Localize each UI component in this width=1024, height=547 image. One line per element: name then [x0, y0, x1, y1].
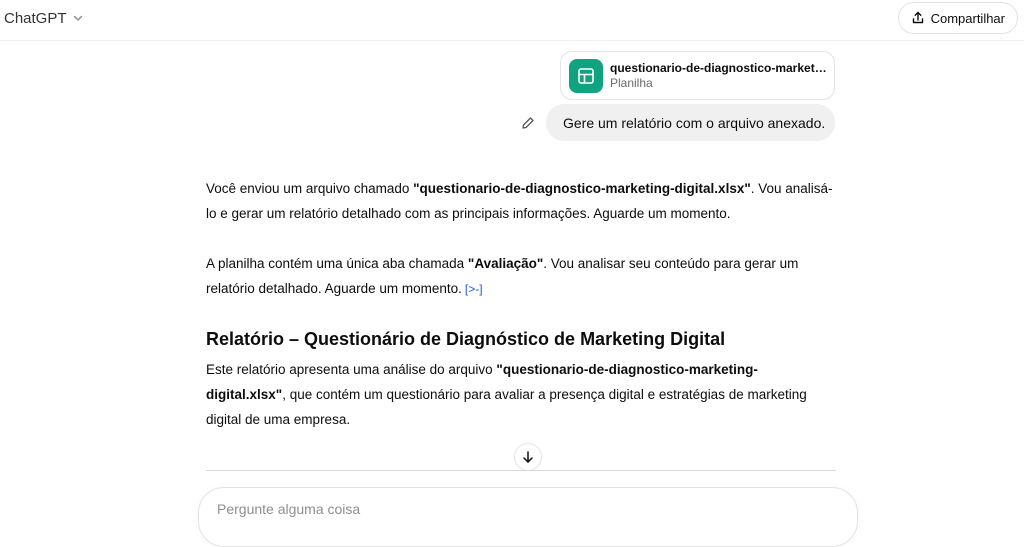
- report-title: Relatório – Questionário de Diagnóstico …: [206, 329, 726, 349]
- pencil-icon[interactable]: [519, 114, 537, 132]
- text-segment: Este relatório apresenta uma análise do …: [206, 362, 497, 377]
- content-divider: [206, 470, 836, 471]
- model-selector[interactable]: ChatGPT: [4, 6, 85, 30]
- assistant-paragraph-2: A planilha contém uma única aba chamada …: [206, 251, 836, 302]
- prompt-input[interactable]: [215, 500, 815, 518]
- share-icon: [911, 11, 925, 25]
- text-segment: , que contém um questionário para avalia…: [206, 387, 807, 427]
- assistant-paragraph-1: Você enviou um arquivo chamado "question…: [206, 176, 836, 226]
- chevron-down-icon: [71, 11, 85, 25]
- assistant-paragraph-3: Este relatório apresenta uma análise do …: [206, 357, 836, 432]
- attachment-file-type: Planilha: [610, 75, 653, 90]
- analysis-source-link[interactable]: [>-]: [465, 277, 483, 302]
- user-message-text: Gere um relatório com o arquivo anexado.: [563, 114, 826, 131]
- quoted-filename: "questionario-de-diagnostico-marketing-d…: [413, 181, 751, 196]
- spreadsheet-icon: [569, 58, 603, 93]
- composer: [198, 487, 858, 547]
- model-label: ChatGPT: [4, 9, 67, 27]
- attachment-meta: questionario-de-diagnostico-marketin... …: [610, 61, 830, 91]
- share-button[interactable]: Compartilhar: [897, 2, 1018, 34]
- scroll-down-button[interactable]: [514, 443, 542, 471]
- text-segment: Você enviou um arquivo chamado: [206, 181, 414, 196]
- attachment-card[interactable]: questionario-de-diagnostico-marketin... …: [560, 51, 835, 100]
- arrow-down-icon: [521, 450, 535, 464]
- assistant-message: Você enviou um arquivo chamado "question…: [206, 176, 836, 432]
- top-bar: ChatGPT Compartilhar: [0, 0, 1024, 36]
- attachment-file-name: questionario-de-diagnostico-marketin...: [610, 60, 830, 75]
- user-message-bubble: Gere um relatório com o arquivo anexado.: [546, 104, 835, 141]
- text-segment: A planilha contém uma única aba chamada: [206, 256, 468, 271]
- share-label: Compartilhar: [930, 10, 1005, 26]
- header-divider: [0, 40, 1024, 41]
- quoted-sheet-name: "Avaliação": [467, 256, 544, 271]
